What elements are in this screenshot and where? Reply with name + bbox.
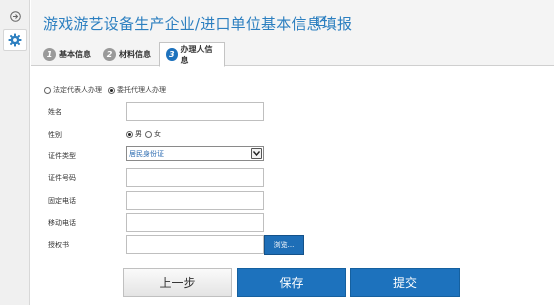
legal-rep-radio[interactable] [44,86,51,94]
gender-female-radio[interactable] [145,130,152,138]
page-title: 游戏游艺设备生产企业/进口单位基本信息填报 [43,15,353,33]
tab-handler-info[interactable]: 3 办理人信息 [159,42,225,67]
handler-type-group: 法定代表人办理 委托代理人办理 [44,85,166,95]
gender-male-label: 男 [135,130,142,138]
mobile-label: 移动电话 [48,219,76,227]
gender-group: 男 女 [126,129,161,139]
submit-button[interactable]: 提交 [350,268,460,297]
gender-label: 性别 [48,131,62,139]
gender-male-radio[interactable] [126,130,133,138]
legal-rep-label: 法定代表人办理 [53,86,102,94]
browse-button[interactable]: 浏览... [264,235,304,255]
step-number-badge: 3 [166,48,178,61]
prev-step-button[interactable]: 上一步 [123,268,232,297]
mobile-field[interactable] [126,213,264,232]
edit-icon [316,15,327,26]
gear-icon[interactable] [3,29,27,51]
step-number-badge: 2 [103,47,116,61]
tab-material-info[interactable]: 2 材料信息 [97,42,159,66]
save-button[interactable]: 保存 [237,268,346,297]
page-header: 游戏游艺设备生产企业/进口单位基本信息填报 1 基本信息 2 材料信息 3 办理… [31,0,554,67]
step-number-badge: 1 [43,47,56,61]
gender-female-label: 女 [154,130,161,138]
collapse-arrow-icon[interactable] [3,5,27,27]
id-type-label: 证件类型 [48,152,76,160]
tab-label: 基本信息 [59,49,91,59]
tab-label: 材料信息 [119,49,151,59]
auth-letter-field[interactable] [126,235,264,254]
chevron-down-icon[interactable] [251,148,262,159]
phone-field[interactable] [126,191,264,210]
id-number-label: 证件号码 [48,174,76,182]
id-type-value: 居民身份证 [129,149,164,158]
name-field[interactable] [126,102,264,121]
sidebar [0,0,30,305]
tab-basic-info[interactable]: 1 基本信息 [37,42,99,66]
tab-label: 办理人信息 [180,44,213,65]
agent-label: 委托代理人办理 [117,86,166,94]
id-number-field[interactable] [126,168,264,187]
name-label: 姓名 [48,108,62,116]
agent-radio[interactable] [108,86,115,94]
id-type-select[interactable]: 居民身份证 [126,146,264,161]
auth-letter-label: 授权书 [48,241,69,249]
phone-label: 固定电话 [48,197,76,205]
